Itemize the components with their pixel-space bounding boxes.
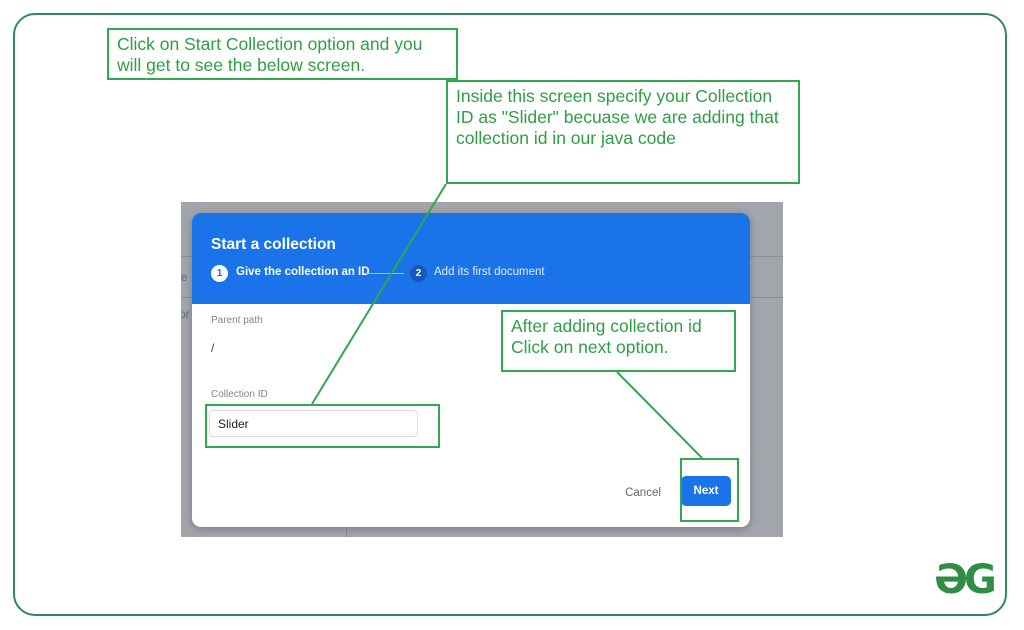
connector-line-collection-id xyxy=(311,183,447,405)
connector-line-next xyxy=(616,371,703,459)
geeksforgeeks-logo: ƏG xyxy=(934,557,997,603)
callout-connectors xyxy=(311,183,703,459)
